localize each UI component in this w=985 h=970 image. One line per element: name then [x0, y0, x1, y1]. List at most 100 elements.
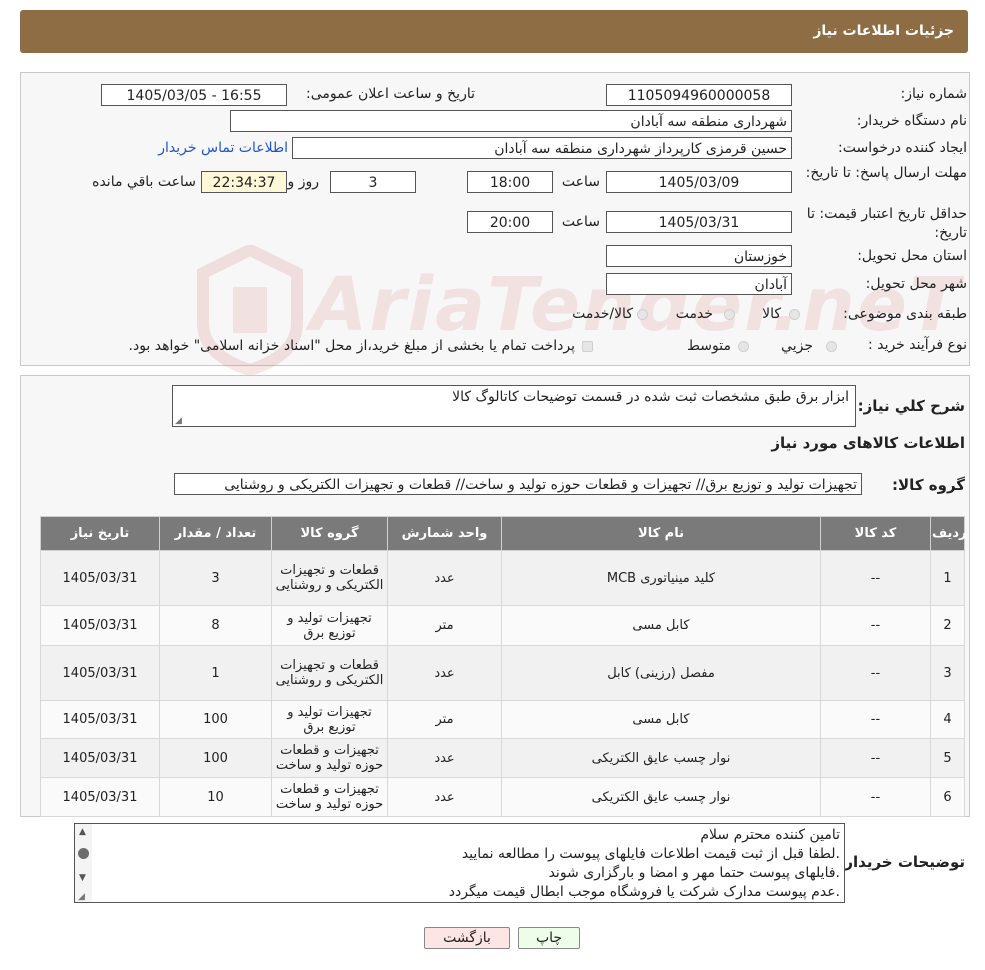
city-field: آبادان [606, 273, 792, 295]
cell-qty: 3 [159, 550, 272, 606]
cell-code: -- [820, 738, 931, 778]
cell-index: 2 [930, 605, 965, 646]
col-header-date: تاریخ نیاز [40, 516, 160, 551]
announce-field: 1405/03/05 - 16:55 [101, 84, 287, 106]
table-row: 1405/03/31 1 قطعات و تجهیزات الکتریکی و … [40, 645, 965, 701]
validity-time-label: ساعت [561, 214, 600, 230]
cell-index: 4 [930, 700, 965, 739]
notes-line: تامین کننده محترم سلام [700, 827, 840, 843]
cell-date: 1405/03/31 [40, 700, 160, 739]
cell-date: 1405/03/31 [40, 738, 160, 778]
category-radio-service[interactable] [724, 309, 735, 320]
scroll-thumb[interactable] [78, 848, 89, 859]
items-section-title: اطلاعات کالاهای مورد نیاز [771, 434, 965, 452]
notes-line: .لطفا قبل از ثبت قیمت اطلاعات فایلهای پی… [461, 846, 840, 862]
treasury-checkbox[interactable] [582, 341, 593, 352]
remaining-time-field: 22:34:37 [201, 171, 287, 193]
cell-index: 3 [930, 645, 965, 701]
cell-qty: 100 [159, 738, 272, 778]
cell-date: 1405/03/31 [40, 550, 160, 606]
process-option-partial: جزیي [781, 338, 813, 354]
buyer-org-field: شهرداری منطقه سه آبادان [230, 110, 792, 132]
cell-group: تجهیزات و قطعات حوزه تولید و ساخت [271, 738, 388, 778]
goods-group-label: گروه کالا: [892, 476, 965, 494]
buyer-notes-textarea[interactable]: تامین کننده محترم سلام .لطفا قبل از ثبت … [74, 823, 845, 903]
cell-group: قطعات و تجهیزات الکتریکی و روشنایی [271, 550, 388, 606]
process-note: پرداخت تمام یا بخشی از مبلغ خرید،از محل … [128, 338, 575, 354]
cell-unit: عدد [387, 550, 502, 606]
cell-qty: 1 [159, 645, 272, 701]
table-row: 1405/03/31 3 قطعات و تجهیزات الکتریکی و … [40, 550, 965, 606]
cell-group: تجهیزات تولید و توزیع برق [271, 605, 388, 646]
scroll-up-icon[interactable]: ▲ [79, 827, 86, 837]
cell-code: -- [820, 605, 931, 646]
items-table: تاریخ نیاز تعداد / مقدار گروه کالا واحد … [40, 516, 967, 817]
col-header-unit: واحد شمارش [387, 516, 502, 551]
deadline-date-field: 1405/03/09 [606, 171, 792, 193]
cell-date: 1405/03/31 [40, 645, 160, 701]
cell-qty: 8 [159, 605, 272, 646]
cell-date: 1405/03/31 [40, 777, 160, 817]
process-radio-partial[interactable] [826, 341, 837, 352]
category-option-service: خدمت [675, 306, 713, 322]
cell-unit: متر [387, 700, 502, 739]
col-header-index: ردیف [930, 516, 967, 551]
cell-name: مفصل (رزینی) کابل [501, 645, 821, 701]
province-field: خوزستان [606, 245, 792, 267]
cell-group: تجهیزات تولید و توزیع برق [271, 700, 388, 739]
cell-name: کلید مینیاتوری MCB [501, 550, 821, 606]
col-header-qty: تعداد / مقدار [159, 516, 272, 551]
print-button[interactable]: چاپ [518, 927, 580, 949]
table-row: 1405/03/31 10 تجهیزات و قطعات حوزه تولید… [40, 777, 965, 817]
category-option-goods: کالا [762, 306, 781, 322]
goods-group-field: تجهیزات تولید و توزیع برق// تجهیزات و قط… [174, 473, 862, 495]
cell-name: نوار چسب عایق الکتریکی [501, 738, 821, 778]
summary-label: شرح کلي نیاز: [857, 397, 965, 415]
summary-text: ابزار برق طبق مشخصات ثبت شده در قسمت توض… [452, 389, 849, 405]
col-header-group: گروه کالا [271, 516, 388, 551]
cell-unit: عدد [387, 738, 502, 778]
cell-name: کابل مسی [501, 700, 821, 739]
cell-unit: عدد [387, 777, 502, 817]
category-radio-goods[interactable] [789, 309, 800, 320]
buyer-notes-label: توضیحات خریدار: [838, 853, 965, 871]
cell-unit: متر [387, 605, 502, 646]
cell-index: 5 [930, 738, 965, 778]
scroll-down-icon[interactable]: ▼ [79, 873, 86, 883]
notes-text: تامین کننده محترم سلام .لطفا قبل از ثبت … [449, 826, 840, 902]
cell-unit: عدد [387, 645, 502, 701]
remaining-label: ساعت باقي مانده [92, 174, 196, 190]
creator-label: ایجاد کننده درخواست: [838, 140, 967, 156]
cell-name: کابل مسی [501, 605, 821, 646]
validity-label: حداقل تاریخ اعتبار قیمت: تا تاریخ: [806, 206, 967, 241]
notes-line: .فایلهای پیوست حتما مهر و امضا و بارگزار… [548, 865, 840, 881]
resize-grip-icon[interactable]: ◢ [78, 892, 85, 902]
cell-qty: 10 [159, 777, 272, 817]
deadline-time-field: 18:00 [467, 171, 553, 193]
notes-line: .عدم پیوست مدارک شرکت یا فروشگاه موجب اب… [448, 884, 840, 900]
summary-textarea[interactable]: ابزار برق طبق مشخصات ثبت شده در قسمت توض… [172, 385, 856, 427]
validity-time-field: 20:00 [467, 211, 553, 233]
deadline-label: مهلت ارسال پاسخ: تا تاریخ: [805, 165, 967, 181]
process-radio-medium[interactable] [738, 341, 749, 352]
contact-buyer-link[interactable]: اطلاعات تماس خریدار [158, 140, 288, 156]
cell-code: -- [820, 777, 931, 817]
cell-code: -- [820, 645, 931, 701]
back-button[interactable]: بازگشت [424, 927, 510, 949]
table-header-row: تاریخ نیاز تعداد / مقدار گروه کالا واحد … [40, 516, 967, 551]
category-radio-goods-service[interactable] [637, 309, 648, 320]
notes-scrollbar[interactable]: ▲ ▼ ◢ [75, 824, 92, 902]
page-header: جزئیات اطلاعات نیاز [20, 10, 968, 53]
cell-qty: 100 [159, 700, 272, 739]
cell-date: 1405/03/31 [40, 605, 160, 646]
watermark-logo [195, 243, 305, 377]
days-field: 3 [330, 171, 416, 193]
days-label: روز و [287, 174, 320, 190]
resize-grip-icon[interactable]: ◢ [175, 416, 182, 426]
process-label: نوع فرآیند خرید : [868, 337, 967, 353]
cell-group: قطعات و تجهیزات الکتریکی و روشنایی [271, 645, 388, 701]
col-header-name: نام کالا [501, 516, 821, 551]
cell-group: تجهیزات و قطعات حوزه تولید و ساخت [271, 777, 388, 817]
cell-code: -- [820, 700, 931, 739]
cell-code: -- [820, 550, 931, 606]
